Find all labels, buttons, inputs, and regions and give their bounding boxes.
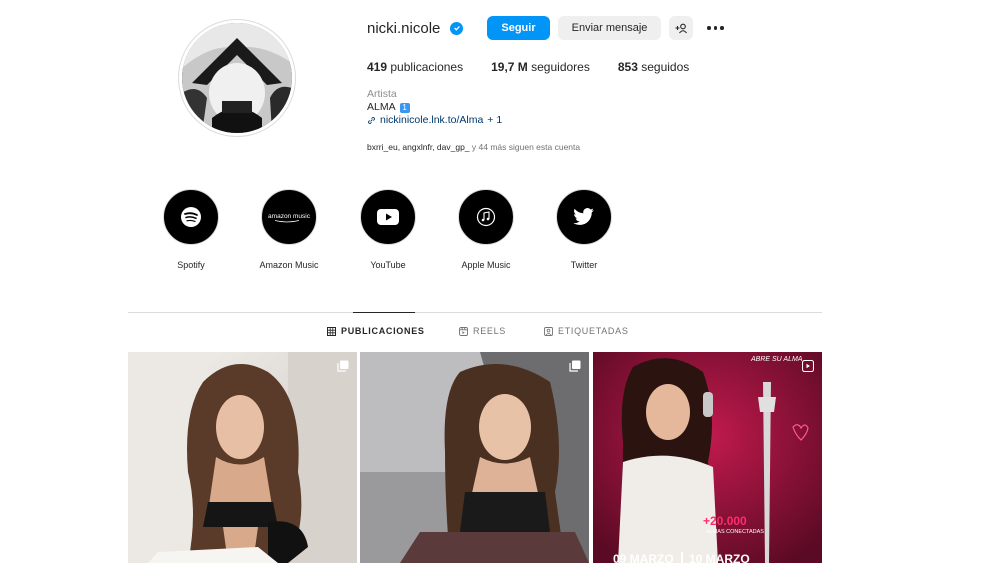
apple-music-icon — [458, 189, 514, 245]
post-thumbnail[interactable] — [360, 352, 589, 563]
amazon-music-icon: amazon music — [261, 189, 317, 245]
link-icon — [368, 117, 375, 124]
active-tab-indicator — [353, 312, 415, 313]
post-image — [360, 352, 589, 563]
post-image: ABRE SU ALMA +20.000 ALMAS CONECTADAS 09… — [593, 352, 822, 563]
verified-badge-icon — [450, 21, 464, 35]
grid-icon — [327, 326, 336, 336]
reel-icon — [802, 360, 814, 372]
profile-avatar-ring[interactable] — [178, 19, 296, 137]
amazon-logo-text: amazon music — [268, 213, 311, 220]
tab-tagged-label: ETIQUETADAS — [558, 326, 629, 336]
highlight-twitter[interactable]: Twitter — [549, 189, 619, 270]
highlight-apple-music[interactable]: Apple Music — [451, 189, 521, 270]
highlight-label: Spotify — [177, 260, 205, 270]
highlight-label: Apple Music — [461, 260, 511, 270]
bio-text-line: ALMA 1 — [367, 101, 502, 114]
add-person-icon — [675, 23, 687, 33]
bio-text: ALMA — [367, 101, 396, 113]
twitter-icon — [556, 189, 612, 245]
number-one-badge-icon: 1 — [399, 102, 410, 113]
tabs-divider — [128, 312, 822, 313]
tab-posts-label: PUBLICACIONES — [341, 326, 425, 336]
highlight-amazon-music[interactable]: amazon music Amazon Music — [254, 189, 324, 270]
tab-posts[interactable]: PUBLICACIONES — [327, 326, 425, 336]
posts-count: 419 publicaciones — [367, 60, 464, 74]
highlight-label: Twitter — [570, 260, 598, 270]
followed-by[interactable]: bxrri_eu, angxlnfr, dav_gp_ y 44 más sig… — [367, 142, 580, 152]
send-message-button[interactable]: Enviar mensaje — [557, 16, 662, 40]
post-thumbnail[interactable]: ABRE SU ALMA +20.000 ALMAS CONECTADAS 09… — [593, 352, 822, 563]
tab-reels-label: REELS — [473, 326, 507, 336]
profile-bio: Artista ALMA 1 nickinicole.lnk.to/Alma +… — [367, 88, 502, 127]
post-promo-date-a: 09 MARZO — [613, 552, 674, 563]
profile-header-row: nicki.nicole Seguir Enviar mensaje — [367, 15, 724, 41]
post-promo-sub: ALMAS CONECTADAS — [706, 529, 764, 535]
profile-link-text[interactable]: nickinicole.lnk.to/Alma — [380, 114, 483, 127]
highlight-youtube[interactable]: YouTube — [353, 189, 423, 270]
avatar-image — [182, 23, 292, 133]
suggested-accounts-button[interactable] — [669, 16, 694, 40]
tab-tagged[interactable]: ETIQUETADAS — [544, 326, 629, 336]
highlight-spotify[interactable]: Spotify — [156, 189, 226, 270]
post-promo-date-b: 10 MARZO — [689, 552, 750, 563]
avatar — [182, 23, 292, 133]
post-promo-count: +20.000 — [703, 514, 747, 528]
followed-by-rest: y 44 más siguen esta cuenta — [471, 142, 581, 152]
post-image — [128, 352, 357, 563]
multiple-photos-icon — [337, 360, 349, 372]
youtube-icon — [360, 189, 416, 245]
post-promo-top-text: ABRE SU ALMA — [750, 356, 803, 363]
profile-stats: 419 publicaciones 19,7 M seguidores 853 … — [367, 60, 689, 74]
highlight-label: YouTube — [370, 260, 406, 270]
reels-icon — [459, 326, 468, 336]
profile-category: Artista — [367, 88, 397, 100]
multiple-photos-icon — [569, 360, 581, 372]
post-thumbnail[interactable] — [128, 352, 357, 563]
tagged-person-icon — [544, 326, 553, 336]
follow-button[interactable]: Seguir — [487, 16, 550, 40]
highlight-label: Amazon Music — [259, 260, 319, 270]
followers-count[interactable]: 19,7 M seguidores — [491, 60, 590, 74]
profile-link[interactable]: nickinicole.lnk.to/Alma + 1 — [367, 114, 502, 127]
profile-username: nicki.nicole — [367, 19, 441, 37]
followed-by-names: bxrri_eu, angxlnfr, dav_gp_ — [367, 142, 470, 152]
more-options-icon[interactable] — [707, 16, 724, 40]
spotify-icon — [163, 189, 219, 245]
following-count[interactable]: 853 seguidos — [618, 60, 689, 74]
tab-reels[interactable]: REELS — [459, 326, 506, 336]
profile-link-extra[interactable]: + 1 — [487, 114, 502, 127]
